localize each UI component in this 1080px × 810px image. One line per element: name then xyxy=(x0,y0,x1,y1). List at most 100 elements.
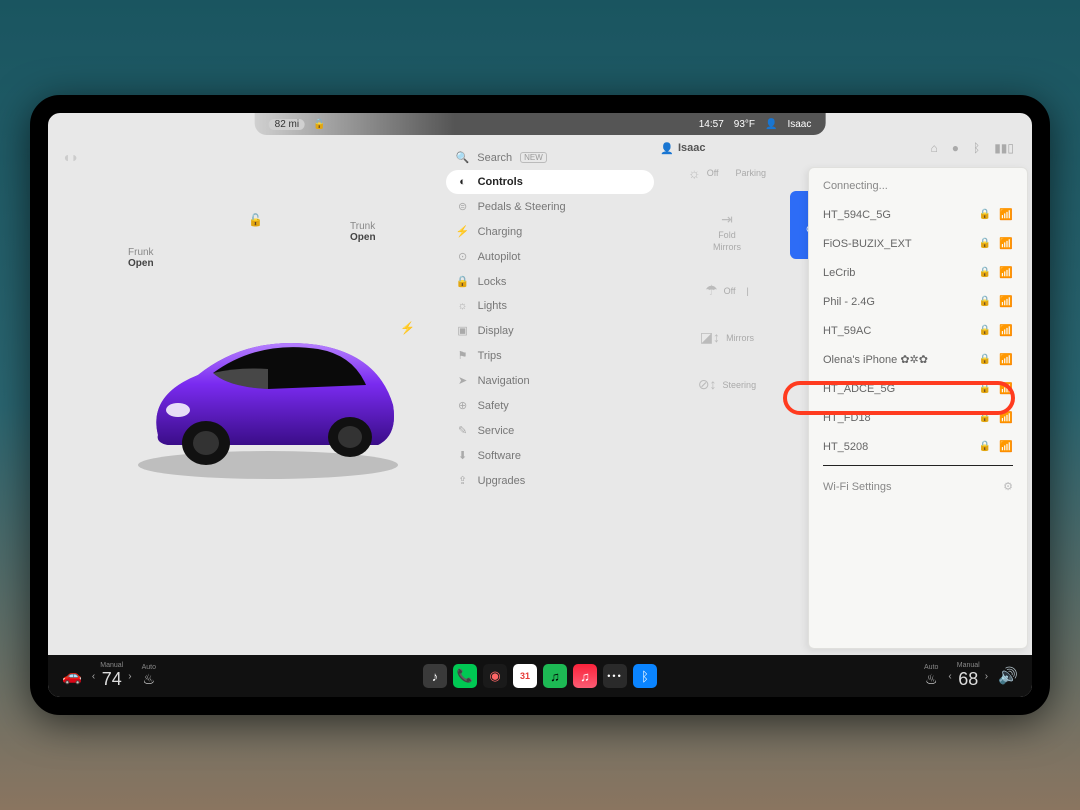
menu-item-icon: ⊕ xyxy=(456,399,470,412)
app-dashcam[interactable]: ◉ xyxy=(483,664,507,688)
lock-icon: 🔒 xyxy=(979,354,991,365)
menu-item-icon: ⚡ xyxy=(456,225,470,238)
search-label: Search xyxy=(477,152,512,164)
sentry-icon[interactable]: ● xyxy=(952,141,959,155)
wifi-network-row[interactable]: LeCrib 🔒 📶 xyxy=(809,258,1027,287)
menu-item-label: Service xyxy=(478,425,515,437)
wifi-network-name: LeCrib xyxy=(823,267,971,279)
app-phone[interactable]: 📞 xyxy=(453,664,477,688)
volume-button[interactable]: 🔊 xyxy=(998,666,1018,686)
car-icon[interactable]: 🚗 xyxy=(62,666,82,686)
menu-item-icon: ▣ xyxy=(456,324,470,337)
app-apple-music[interactable]: ♫ xyxy=(573,664,597,688)
wifi-network-row[interactable]: HT_5208 🔒 📶 xyxy=(809,432,1027,461)
menu-item-label: Locks xyxy=(478,276,507,288)
wifi-signal-icon: 📶 xyxy=(999,382,1013,395)
range-badge: 82 mi xyxy=(269,119,305,130)
bluetooth-icon[interactable]: ᛒ xyxy=(973,141,980,155)
wifi-network-row[interactable]: HT_FD18🔒📶 xyxy=(809,403,1027,432)
settings-item-pedals-steering[interactable]: ⊜Pedals & Steering xyxy=(446,194,654,219)
settings-item-software[interactable]: ⬇Software xyxy=(446,443,654,468)
wifi-settings-button[interactable]: Wi-Fi Settings ⚙ xyxy=(809,470,1027,503)
wifi-network-name: HT_59AC xyxy=(823,325,971,337)
wifi-signal-icon: 📶 xyxy=(999,440,1013,453)
outside-temp: 93°F xyxy=(734,119,755,130)
menu-item-label: Upgrades xyxy=(478,475,526,487)
app-calendar[interactable]: 31 xyxy=(513,664,537,688)
wifi-divider xyxy=(823,465,1013,466)
wifi-network-row[interactable]: HT_594C_5G🔒📶 xyxy=(809,200,1027,229)
car-render xyxy=(118,315,418,485)
right-seat-heater[interactable]: Auto ♨ xyxy=(924,664,938,688)
homelink-icon[interactable]: ⌂ xyxy=(930,141,937,155)
trunk-button[interactable]: Trunk Open xyxy=(350,221,376,243)
signal-icon[interactable]: ▮▮▯ xyxy=(994,141,1014,155)
wifi-network-name: Phil - 2.4G xyxy=(823,296,971,308)
bottom-dock: 🚗 ‹ Manual 74 › Auto ♨ ♪ 📞 ◉ 31 ♫ ♫ ••• … xyxy=(48,655,1032,697)
lock-icon: 🔒 xyxy=(979,267,991,278)
app-bluetooth[interactable]: ᛒ xyxy=(633,664,657,688)
menu-item-label: Display xyxy=(478,325,514,337)
menu-item-label: Pedals & Steering xyxy=(478,201,566,213)
lock-icon: 🔒 xyxy=(979,383,991,394)
left-seat-heater[interactable]: Auto ♨ xyxy=(142,664,156,688)
chevron-right-icon: › xyxy=(128,671,131,682)
wifi-network-row[interactable]: HT_ADCE_5G 🔒 📶 xyxy=(809,374,1027,403)
wifi-network-name: HT_ADCE_5G xyxy=(823,383,971,395)
settings-item-safety[interactable]: ⊕ Safety xyxy=(446,393,654,418)
left-temp-control[interactable]: ‹ Manual 74 › xyxy=(92,662,132,690)
wifi-signal-icon: 📶 xyxy=(999,266,1013,279)
app-media[interactable]: ♪ xyxy=(423,664,447,688)
settings-item-lights[interactable]: ☼Lights xyxy=(446,294,654,318)
wifi-network-name: FiOS-BUZIX_EXT xyxy=(823,238,971,250)
settings-item-controls[interactable]: ◐Controls xyxy=(446,170,654,194)
menu-item-icon: ⚑ xyxy=(456,349,470,362)
driver-name: Isaac xyxy=(787,119,811,130)
lock-icon: 🔒 xyxy=(979,296,991,307)
menu-item-icon: ⬇ xyxy=(456,449,470,462)
chevron-left-icon: ‹ xyxy=(948,671,951,682)
lock-icon: 🔒 xyxy=(979,441,991,452)
menu-item-label: Autopilot xyxy=(478,251,521,263)
right-column: 👤 Isaac ⌂ ● ᛒ ▮▮▯ Connecting... HT_594C_… xyxy=(648,135,1032,655)
settings-item-autopilot[interactable]: ⊙ Autopilot xyxy=(446,244,654,269)
search-row[interactable]: 🔍 Search NEW xyxy=(446,145,654,170)
wifi-network-row[interactable]: HT_59AC🔒📶 xyxy=(809,316,1027,345)
wifi-network-name: HT_5208 xyxy=(823,441,971,453)
wifi-network-name: Olena's iPhone ✿✲✿ xyxy=(823,353,971,366)
menu-item-icon: ◐ xyxy=(456,176,470,188)
menu-item-label: Navigation xyxy=(478,375,530,387)
settings-item-upgrades[interactable]: ⇪ Upgrades xyxy=(446,468,654,493)
lock-icon: 🔒 xyxy=(979,238,991,249)
lock-icon: 🔒 xyxy=(979,412,991,423)
menu-item-icon: ⊙ xyxy=(456,250,470,263)
wifi-popover: Connecting... HT_594C_5G🔒📶FiOS-BUZIX_EXT… xyxy=(808,167,1028,649)
settings-item-charging[interactable]: ⚡Charging xyxy=(446,219,654,244)
menu-item-icon: ⇪ xyxy=(456,474,470,487)
status-bar: 82 mi 🔒 14:57 93°F 👤 Isaac xyxy=(255,113,826,135)
settings-item-service[interactable]: ✎ Service xyxy=(446,418,654,443)
driver-profile-button[interactable]: 👤 Isaac xyxy=(660,142,705,155)
wifi-network-name: HT_594C_5G xyxy=(823,209,971,221)
menu-item-icon: ☼ xyxy=(456,300,470,312)
lock-icon: 🔒 xyxy=(979,325,991,336)
app-more[interactable]: ••• xyxy=(603,664,627,688)
settings-item-navigation[interactable]: ➤Navigation xyxy=(446,368,654,393)
wifi-network-row[interactable]: FiOS-BUZIX_EXT🔒📶 xyxy=(809,229,1027,258)
wifi-network-row[interactable]: Phil - 2.4G 🔒 📶 xyxy=(809,287,1027,316)
car-visual-area: ◖◗ Frunk Open Trunk Open 🔓 ⚡ xyxy=(48,135,461,655)
headlight-icon[interactable]: ◖◗ xyxy=(62,149,79,165)
menu-item-label: Safety xyxy=(478,400,509,412)
wifi-signal-icon: 📶 xyxy=(999,295,1013,308)
right-temp-control[interactable]: ‹ Manual 68 › xyxy=(948,662,988,690)
menu-item-icon: ✎ xyxy=(456,424,470,437)
unlock-icon[interactable]: 🔓 xyxy=(248,213,263,227)
wifi-network-row[interactable]: Olena's iPhone ✿✲✿🔒📶 xyxy=(809,345,1027,374)
lock-icon: 🔒 xyxy=(313,119,325,130)
settings-item-trips[interactable]: ⚑Trips xyxy=(446,343,654,368)
settings-item-locks[interactable]: 🔒Locks xyxy=(446,269,654,294)
wifi-network-name: HT_FD18 xyxy=(823,412,971,424)
app-spotify[interactable]: ♫ xyxy=(543,664,567,688)
settings-item-display[interactable]: ▣ Display xyxy=(446,318,654,343)
frunk-button[interactable]: Frunk Open xyxy=(128,247,154,269)
